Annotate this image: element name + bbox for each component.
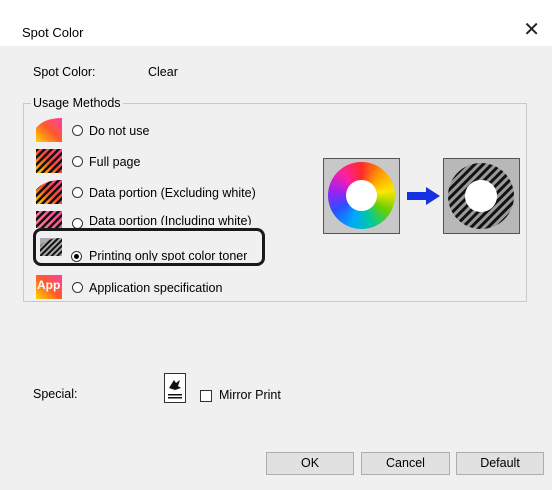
special-label: Special:	[33, 387, 78, 401]
usage-methods-legend: Usage Methods	[31, 96, 123, 110]
color-ring	[328, 162, 395, 229]
mirror-print-label[interactable]: Mirror Print	[219, 388, 281, 402]
radio-do-not-use[interactable]	[72, 125, 83, 136]
highlight-callout	[33, 228, 265, 266]
striped-data-icon	[36, 180, 62, 204]
cancel-button[interactable]: Cancel	[361, 452, 450, 475]
dialog-title: Spot Color	[22, 25, 84, 40]
option-full-page-label[interactable]: Full page	[89, 155, 140, 169]
preview-after-image	[443, 158, 520, 234]
radio-application-spec[interactable]	[72, 282, 83, 293]
arrow-right-icon	[407, 187, 440, 208]
mirror-print-icon	[164, 373, 186, 403]
option-do-not-use-label[interactable]: Do not use	[89, 124, 149, 138]
app-icon-text: App	[37, 278, 61, 292]
preview-before-image	[323, 158, 400, 234]
radio-data-excluding-white[interactable]	[72, 187, 83, 198]
gradient-icon	[36, 118, 62, 142]
spot-color-value: Clear	[148, 65, 178, 79]
radio-full-page[interactable]	[72, 156, 83, 167]
option-application-spec-label[interactable]: Application specification	[89, 281, 222, 295]
spot-color-label: Spot Color:	[33, 65, 96, 79]
app-spec-icon: App	[36, 275, 62, 299]
striped-data-white-icon	[36, 211, 62, 228]
close-icon[interactable]: ✕	[523, 19, 540, 39]
option-data-including-white-label[interactable]: Data portion (Including white)	[89, 214, 252, 225]
default-button[interactable]: Default	[456, 452, 544, 475]
mirror-print-checkbox[interactable]	[200, 390, 212, 402]
striped-full-icon	[36, 149, 62, 173]
title-bar: Spot Color ✕	[0, 0, 552, 46]
ok-button[interactable]: OK	[266, 452, 354, 475]
option-data-excluding-white-label[interactable]: Data portion (Excluding white)	[89, 186, 256, 200]
